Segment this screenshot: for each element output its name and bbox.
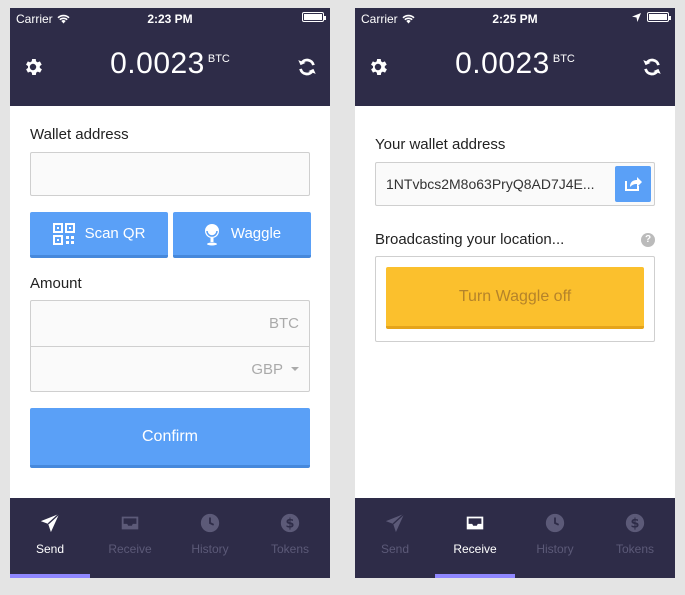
- tab-tokens[interactable]: $ Tokens: [595, 498, 675, 578]
- receive-panel: Your wallet address 1NTvbcs2M8o63PryQ8AD…: [355, 106, 675, 498]
- history-icon: [545, 513, 565, 533]
- send-screen: Carrier 2:23 PM 0.0023 BTC Wallet address…: [10, 8, 330, 578]
- amount-btc-input[interactable]: BTC: [31, 301, 309, 346]
- tab-receive[interactable]: Receive: [90, 498, 170, 578]
- balance-unit: BTC: [207, 53, 230, 65]
- location-arrow-icon: [632, 12, 641, 22]
- wallet-address-input[interactable]: [30, 152, 310, 196]
- status-right: [302, 12, 326, 22]
- receive-icon: [121, 516, 139, 530]
- tab-label: Receive: [453, 542, 497, 556]
- balance-unit: BTC: [552, 53, 575, 65]
- history-icon: [200, 513, 220, 533]
- tab-tokens[interactable]: $ Tokens: [250, 498, 330, 578]
- send-icon: [385, 513, 405, 533]
- tab-bar: Send Receive History $ Tokens: [10, 498, 330, 578]
- your-wallet-address-label: Your wallet address: [375, 136, 506, 153]
- dropdown-caret-icon: [291, 367, 299, 371]
- balance-header: 0.0023 BTC: [10, 30, 330, 106]
- balance-amount: 0.0023: [110, 47, 205, 80]
- waggle-panel: Turn Waggle off: [375, 256, 655, 342]
- tokens-icon: $: [280, 513, 300, 533]
- help-icon[interactable]: ?: [641, 233, 655, 247]
- btc-unit-label: BTC: [269, 315, 299, 332]
- svg-text:$: $: [286, 517, 295, 532]
- wallet-balance: 0.0023 BTC: [355, 47, 675, 81]
- turn-waggle-off-button[interactable]: Turn Waggle off: [386, 267, 644, 329]
- wallet-address-label: Wallet address: [30, 126, 129, 143]
- waggle-label: Waggle: [230, 225, 282, 242]
- qr-code-icon: [52, 222, 75, 245]
- tab-label: History: [191, 542, 229, 556]
- tab-send[interactable]: Send: [10, 498, 90, 578]
- broadcasting-label: Broadcasting your location...: [375, 231, 565, 248]
- svg-text:$: $: [631, 517, 640, 532]
- tokens-icon: $: [625, 513, 645, 533]
- scan-qr-button[interactable]: Scan QR: [30, 212, 168, 258]
- tab-label: Send: [380, 542, 410, 556]
- send-form: Wallet address Scan QR Waggle Amount BTC…: [10, 106, 330, 498]
- receive-screen: Carrier 2:25 PM 0.0023 BTC Your wallet ad…: [355, 8, 675, 578]
- gbp-unit-label: GBP: [251, 360, 283, 378]
- scan-qr-label: Scan QR: [84, 225, 146, 242]
- share-icon: [625, 177, 642, 191]
- tab-label: Receive: [108, 542, 152, 556]
- wallet-address-text[interactable]: 1NTvbcs2M8o63PryQ8AD7J4E...: [376, 176, 615, 192]
- tab-history[interactable]: History: [515, 498, 595, 578]
- balance-amount: 0.0023: [455, 47, 550, 80]
- status-bar: Carrier 2:25 PM: [355, 8, 675, 30]
- status-time: 2:23 PM: [147, 12, 193, 26]
- status-right: [632, 12, 671, 22]
- waggle-button[interactable]: Waggle: [173, 212, 311, 258]
- amount-gbp-select[interactable]: GBP: [31, 346, 309, 391]
- tab-label: Tokens: [615, 542, 655, 556]
- share-address-button[interactable]: [615, 166, 651, 202]
- tab-history[interactable]: History: [170, 498, 250, 578]
- wallet-balance: 0.0023 BTC: [10, 47, 330, 81]
- amount-label: Amount: [30, 275, 82, 292]
- turn-waggle-off-label: Turn Waggle off: [458, 287, 572, 305]
- status-time: 2:25 PM: [492, 12, 538, 26]
- tab-send[interactable]: Send: [355, 498, 435, 578]
- refresh-icon[interactable]: [641, 56, 663, 78]
- tab-receive[interactable]: Receive: [435, 498, 515, 578]
- balance-header: 0.0023 BTC: [355, 30, 675, 106]
- receive-icon: [466, 516, 484, 530]
- wallet-address-display: 1NTvbcs2M8o63PryQ8AD7J4E...: [375, 162, 655, 206]
- tab-label: Tokens: [270, 542, 310, 556]
- amount-group: BTC GBP: [30, 300, 310, 392]
- waggle-beacon-icon: [204, 223, 219, 245]
- battery-icon: [302, 12, 326, 22]
- confirm-label: Confirm: [141, 427, 198, 445]
- send-icon: [40, 513, 60, 533]
- status-bar: Carrier 2:23 PM: [10, 8, 330, 30]
- battery-icon: [647, 12, 671, 22]
- tab-label: Send: [35, 542, 65, 556]
- confirm-button[interactable]: Confirm: [30, 408, 310, 468]
- tab-bar: Send Receive History $ Tokens: [355, 498, 675, 578]
- refresh-icon[interactable]: [296, 56, 318, 78]
- tab-label: History: [536, 542, 574, 556]
